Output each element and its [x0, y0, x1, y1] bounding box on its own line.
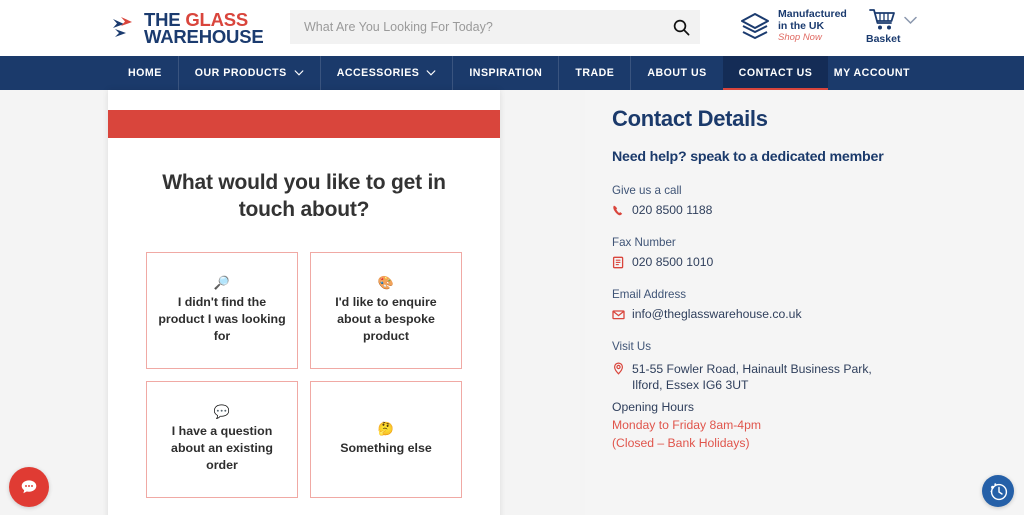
chevron-down-icon[interactable]	[904, 16, 917, 25]
nav-item-label: HOME	[128, 67, 162, 79]
address-line-2: Ilford, Essex IG6 3UT	[632, 377, 872, 393]
fax-label: Fax Number	[612, 236, 1024, 249]
nav-item-our-products[interactable]: OUR PRODUCTS	[178, 56, 320, 90]
email-group: Email Address info@theglasswarehouse.co.…	[612, 288, 1024, 321]
phone-number-link[interactable]: 020 8500 1188	[632, 203, 712, 217]
thinking-face-emoji: 🤔	[378, 422, 394, 435]
card-accent-bar	[108, 110, 500, 138]
chat-bubble-icon	[19, 477, 39, 497]
chevron-down-icon	[426, 70, 436, 76]
opening-hours-label: Opening Hours	[612, 400, 1024, 414]
phone-label: Give us a call	[612, 184, 1024, 197]
accessibility-widget-button[interactable]	[982, 475, 1014, 507]
main-navigation: HOME OUR PRODUCTS ACCESSORIES INSPIRATION TR…	[0, 56, 1024, 90]
bank-holidays-note: (Closed – Bank Holidays)	[612, 436, 1024, 450]
contact-option-label: I didn't find the product I was looking …	[157, 294, 287, 344]
nav-item-label: CONTACT US	[739, 67, 813, 79]
speech-balloon-emoji: 💬	[214, 405, 230, 418]
contact-details-sidebar: Contact Details Need help? speak to a de…	[585, 90, 1024, 515]
contact-option-card[interactable]: 🔎 I didn't find the product I was looking…	[146, 252, 298, 369]
nav-item-trade[interactable]: TRADE	[558, 56, 630, 90]
sidebar-title: Contact Details	[612, 106, 1024, 132]
accessibility-clock-icon	[988, 481, 1009, 502]
fax-number: 020 8500 1010	[632, 255, 713, 269]
phone-group: Give us a call 020 8500 1188	[612, 184, 1024, 217]
contact-option-card[interactable]: 🤔 Something else	[310, 381, 462, 498]
basket-block[interactable]: Basket	[866, 8, 917, 45]
shop-now-link[interactable]: Shop Now	[778, 33, 856, 44]
shopping-cart-icon	[869, 8, 897, 32]
search-button[interactable]	[662, 10, 700, 44]
chat-widget-button[interactable]	[9, 467, 49, 507]
contact-option-label: I'd like to enquire about a bespoke prod…	[321, 294, 451, 344]
address-line-1: 51-55 Fowler Road, Hainault Business Par…	[632, 361, 872, 377]
nav-item-label: ACCESSORIES	[337, 67, 420, 79]
glass-warehouse-arrow-logo-icon	[112, 15, 138, 39]
map-pin-icon	[612, 362, 625, 375]
site-header: THE GLASS WAREHOUSE Manufactured in the …	[0, 0, 1024, 56]
phone-icon	[612, 204, 625, 217]
page-title: What would you like to get in touch abou…	[132, 170, 476, 224]
page-body: What would you like to get in touch abou…	[0, 90, 1024, 515]
artist-palette-emoji: 🎨	[378, 276, 394, 289]
search-icon	[673, 19, 690, 36]
nav-item-label: ABOUT US	[647, 67, 706, 79]
search-input[interactable]	[290, 20, 662, 34]
nav-item-my-account[interactable]: MY ACCOUNT	[834, 56, 1024, 90]
manufactured-in-uk-block[interactable]: Manufactured in the UK Shop Now	[740, 8, 856, 44]
nav-item-label: INSPIRATION	[469, 67, 542, 79]
nav-item-label: OUR PRODUCTS	[195, 67, 287, 79]
search-bar[interactable]	[290, 10, 700, 44]
manufactured-title: Manufactured in the UK	[778, 8, 856, 32]
basket-label: Basket	[866, 33, 900, 45]
email-address-link[interactable]: info@theglasswarehouse.co.uk	[632, 307, 802, 321]
contact-option-card[interactable]: 💬 I have a question about an existing ord…	[146, 381, 298, 498]
contact-option-card[interactable]: 🎨 I'd like to enquire about a bespoke pro…	[310, 252, 462, 369]
contact-option-label: I have a question about an existing orde…	[157, 423, 287, 473]
sidebar-subtitle: Need help? speak to a dedicated member	[612, 149, 1024, 165]
site-logo[interactable]: THE GLASS WAREHOUSE	[112, 11, 264, 45]
nav-item-about-us[interactable]: ABOUT US	[630, 56, 722, 90]
nav-item-inspiration[interactable]: INSPIRATION	[452, 56, 558, 90]
nav-item-contact-us[interactable]: CONTACT US	[723, 56, 829, 90]
visit-label: Visit Us	[612, 340, 1024, 353]
chevron-down-icon	[294, 70, 304, 76]
contact-form-card: What would you like to get in touch abou…	[108, 90, 500, 515]
nav-item-label: TRADE	[575, 67, 614, 79]
envelope-icon	[612, 308, 625, 321]
fax-icon	[612, 256, 625, 269]
email-label: Email Address	[612, 288, 1024, 301]
contact-option-label: Something else	[340, 440, 432, 457]
logo-text-warehouse: WAREHOUSE	[144, 28, 264, 45]
nav-item-home[interactable]: HOME	[112, 56, 178, 90]
visit-group: Visit Us 51-55 Fowler Road, Hainault Bus…	[612, 340, 1024, 450]
nav-item-accessories[interactable]: ACCESSORIES	[320, 56, 453, 90]
opening-hours-value: Monday to Friday 8am-4pm	[612, 418, 1024, 432]
fax-group: Fax Number 020 8500 1010	[612, 236, 1024, 269]
layers-icon	[740, 11, 770, 41]
contact-options-grid: 🔎 I didn't find the product I was looking…	[146, 252, 462, 498]
magnifying-glass-emoji: 🔎	[214, 276, 230, 289]
